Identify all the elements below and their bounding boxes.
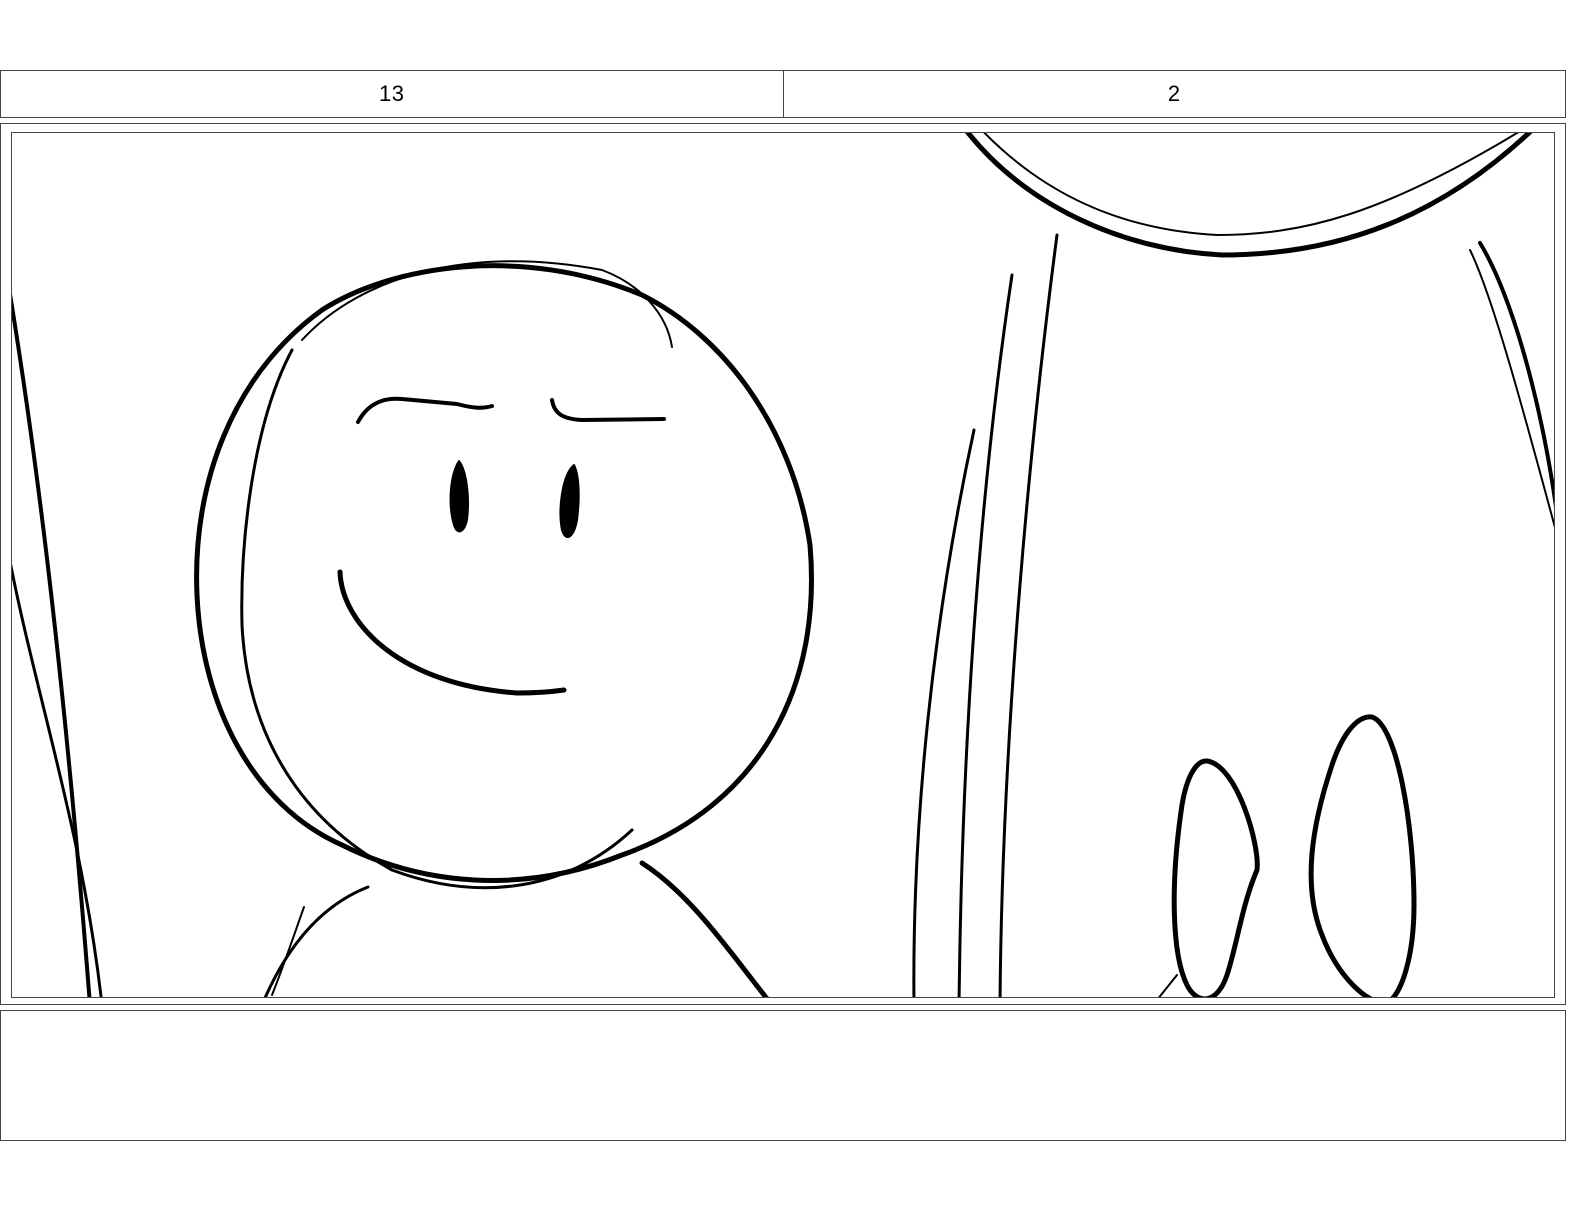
right-curve — [1478, 241, 1554, 508]
left-frame-line — [12, 563, 103, 997]
oval-shape — [1171, 758, 1260, 997]
pillar-line — [957, 273, 1014, 997]
character-head-sketch — [240, 348, 634, 890]
left-eye — [449, 460, 469, 533]
panel-frame — [11, 132, 1555, 998]
left-eyebrow — [356, 396, 494, 424]
right-eyebrow — [550, 398, 666, 422]
character-head-sketch — [301, 260, 673, 348]
right-shoulder — [639, 860, 769, 997]
panel-header: 13 2 — [0, 70, 1566, 118]
shot-number: 2 — [782, 71, 1566, 117]
right-curve-sketch — [1469, 249, 1554, 528]
pillar-line — [912, 428, 976, 997]
left-shoulder-sketch — [271, 906, 305, 996]
oval-sketch — [1158, 974, 1178, 997]
scene-number: 13 — [379, 81, 405, 106]
left-frame-line — [12, 294, 92, 997]
oval-shape — [1308, 714, 1417, 997]
sketch-drawing — [12, 133, 1554, 997]
storyboard-panel — [0, 123, 1566, 1005]
background-figure-sketch — [983, 133, 1519, 236]
right-eye — [559, 464, 580, 539]
pillar-line — [998, 233, 1059, 997]
character-smile — [337, 569, 567, 696]
background-figure-bottom — [965, 133, 1533, 258]
panel-notes[interactable] — [0, 1010, 1566, 1141]
